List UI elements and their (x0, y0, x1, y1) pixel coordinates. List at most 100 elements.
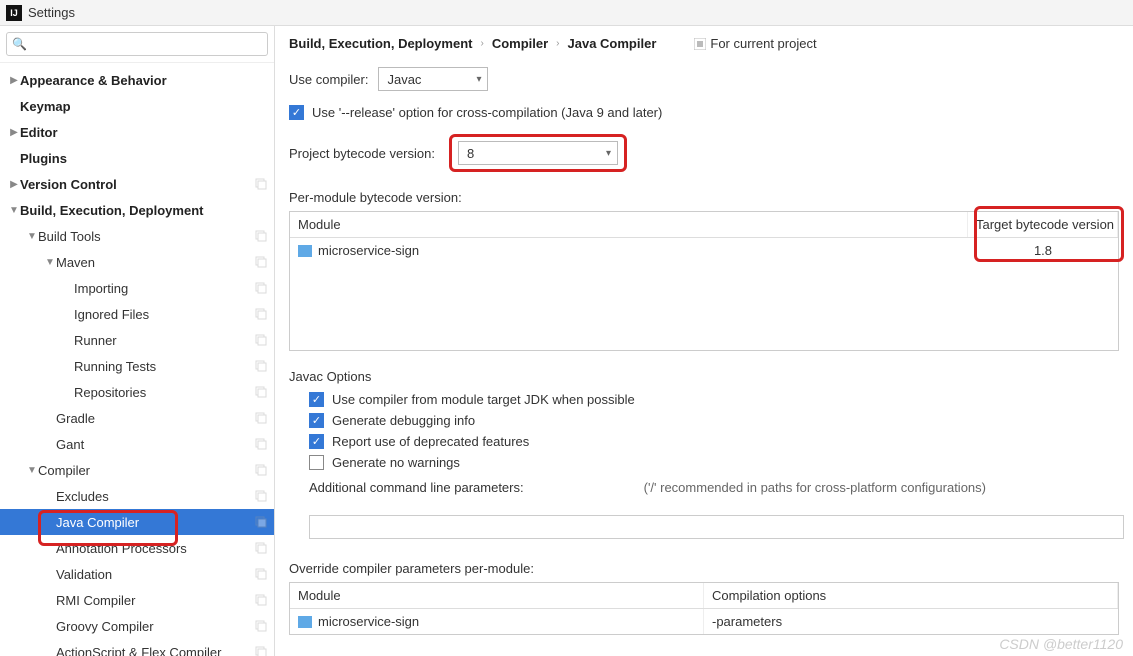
copy-icon (254, 307, 268, 321)
settings-tree[interactable]: ▶Appearance & BehaviorKeymap▶EditorPlugi… (0, 63, 274, 656)
sidebar-item-build-execution-deployment[interactable]: ▼Build, Execution, Deployment (0, 197, 274, 223)
sidebar-item-label: Annotation Processors (56, 541, 254, 556)
module-icon (298, 616, 312, 628)
sidebar-item-gant[interactable]: Gant (0, 431, 274, 457)
sidebar-item-editor[interactable]: ▶Editor (0, 119, 274, 145)
sidebar-item-gradle[interactable]: Gradle (0, 405, 274, 431)
copy-icon (254, 255, 268, 269)
per-module-label: Per-module bytecode version: (289, 190, 1133, 205)
checkbox-icon: ✓ (309, 392, 324, 407)
sidebar-item-compiler[interactable]: ▼Compiler (0, 457, 274, 483)
copy-icon (254, 281, 268, 295)
javac-opt-debug-info[interactable]: ✓ Generate debugging info (309, 413, 1133, 428)
chevron-right-icon: › (556, 38, 559, 49)
sidebar-item-validation[interactable]: Validation (0, 561, 274, 587)
checkbox-icon: ✓ (309, 434, 324, 449)
sidebar-item-build-tools[interactable]: ▼Build Tools (0, 223, 274, 249)
sidebar-item-label: Gant (56, 437, 254, 452)
sidebar-item-label: Version Control (20, 177, 254, 192)
javac-options-title: Javac Options (289, 369, 1133, 384)
project-scope-badge: For current project (694, 36, 816, 51)
additional-params-label: Additional command line parameters: (309, 480, 524, 495)
use-compiler-label: Use compiler: (289, 72, 368, 87)
project-bytecode-label: Project bytecode version: (289, 146, 435, 161)
copy-icon (254, 177, 268, 191)
table-header-options[interactable]: Compilation options (704, 583, 1118, 608)
titlebar: IJ Settings (0, 0, 1133, 26)
project-icon (694, 38, 706, 50)
app-logo-icon: IJ (6, 5, 22, 21)
sidebar-item-version-control[interactable]: ▶Version Control (0, 171, 274, 197)
sidebar-item-java-compiler[interactable]: Java Compiler (0, 509, 274, 535)
breadcrumb-item: Java Compiler (568, 36, 657, 51)
use-compiler-select[interactable]: Javac (378, 67, 488, 91)
copy-icon (254, 619, 268, 633)
table-header-module[interactable]: Module (290, 212, 968, 237)
copy-icon (254, 541, 268, 555)
table-row[interactable]: microservice-sign -parameters (290, 609, 1118, 634)
sidebar-item-label: Plugins (20, 151, 268, 166)
sidebar-item-rmi-compiler[interactable]: RMI Compiler (0, 587, 274, 613)
sidebar-item-label: Validation (56, 567, 254, 582)
sidebar-item-label: Build Tools (38, 229, 254, 244)
watermark: CSDN @better1120 (999, 636, 1123, 652)
sidebar-item-label: RMI Compiler (56, 593, 254, 608)
copy-icon (254, 567, 268, 581)
sidebar-item-label: Compiler (38, 463, 254, 478)
sidebar-item-maven[interactable]: ▼Maven (0, 249, 274, 275)
sidebar-item-label: Excludes (56, 489, 254, 504)
breadcrumb-item: Compiler (492, 36, 548, 51)
sidebar-item-label: Keymap (20, 99, 268, 114)
tree-arrow-icon: ▼ (26, 465, 38, 476)
sidebar-item-repositories[interactable]: Repositories (0, 379, 274, 405)
project-bytecode-select[interactable]: 8 (458, 141, 618, 165)
tree-arrow-icon: ▶ (8, 127, 20, 138)
sidebar-item-runner[interactable]: Runner (0, 327, 274, 353)
sidebar-item-annotation-processors[interactable]: Annotation Processors (0, 535, 274, 561)
copy-icon (254, 489, 268, 503)
sidebar-item-label: Gradle (56, 411, 254, 426)
sidebar-item-label: ActionScript & Flex Compiler (56, 645, 254, 656)
sidebar-item-label: Repositories (74, 385, 254, 400)
per-module-table[interactable]: Module Target bytecode version microserv… (289, 211, 1119, 351)
sidebar-item-label: Maven (56, 255, 254, 270)
sidebar-item-label: Running Tests (74, 359, 254, 374)
sidebar-item-appearance-behavior[interactable]: ▶Appearance & Behavior (0, 67, 274, 93)
javac-opt-deprecated[interactable]: ✓ Report use of deprecated features (309, 434, 1133, 449)
search-bar: 🔍 (0, 26, 274, 63)
javac-opt-target-jdk[interactable]: ✓ Use compiler from module target JDK wh… (309, 392, 1133, 407)
sidebar-item-plugins[interactable]: Plugins (0, 145, 274, 171)
copy-icon (254, 411, 268, 425)
tree-arrow-icon: ▶ (8, 179, 20, 190)
sidebar-item-groovy-compiler[interactable]: Groovy Compiler (0, 613, 274, 639)
additional-params-hint: ('/' recommended in paths for cross-plat… (644, 480, 986, 495)
sidebar-item-running-tests[interactable]: Running Tests (0, 353, 274, 379)
tree-arrow-icon: ▶ (8, 75, 20, 86)
sidebar-item-label: Importing (74, 281, 254, 296)
sidebar-item-label: Ignored Files (74, 307, 254, 322)
additional-params-input[interactable] (309, 515, 1124, 539)
copy-icon (254, 333, 268, 347)
checkbox-icon: ✓ (309, 413, 324, 428)
window-title: Settings (28, 5, 75, 20)
sidebar-item-label: Appearance & Behavior (20, 73, 268, 88)
highlight-box (974, 206, 1124, 262)
tree-arrow-icon: ▼ (44, 257, 56, 268)
sidebar-item-importing[interactable]: Importing (0, 275, 274, 301)
sidebar-item-label: Runner (74, 333, 254, 348)
copy-icon (254, 645, 268, 656)
release-option-checkbox[interactable]: ✓ Use '--release' option for cross-compi… (289, 105, 1133, 120)
sidebar-item-ignored-files[interactable]: Ignored Files (0, 301, 274, 327)
tree-arrow-icon: ▼ (8, 205, 20, 216)
table-header-module[interactable]: Module (290, 583, 704, 608)
copy-icon (254, 437, 268, 451)
javac-opt-no-warnings[interactable]: Generate no warnings (309, 455, 1133, 470)
sidebar-item-keymap[interactable]: Keymap (0, 93, 274, 119)
override-params-table[interactable]: Module Compilation options microservice-… (289, 582, 1119, 635)
breadcrumb-item: Build, Execution, Deployment (289, 36, 472, 51)
sidebar-item-actionscript-flex-compiler[interactable]: ActionScript & Flex Compiler (0, 639, 274, 656)
search-input[interactable] (6, 32, 268, 56)
sidebar-item-excludes[interactable]: Excludes (0, 483, 274, 509)
sidebar-item-label: Java Compiler (56, 515, 254, 530)
copy-icon (254, 385, 268, 399)
